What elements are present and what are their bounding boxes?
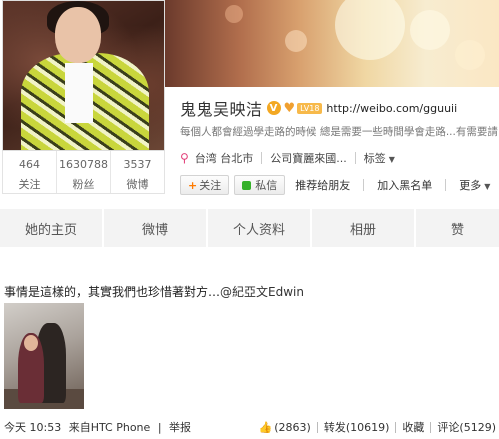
- stat-following[interactable]: 464 关注: [3, 151, 57, 193]
- post-image[interactable]: [4, 303, 84, 409]
- post-source[interactable]: 来自HTC Phone: [69, 421, 151, 434]
- stat-posts[interactable]: 3537 微博: [111, 151, 164, 193]
- profile-company[interactable]: 公司寶麗來國...: [270, 150, 347, 166]
- message-label: 私信: [255, 179, 278, 192]
- stat-followers-label: 粉丝: [72, 178, 95, 191]
- divider: [261, 152, 263, 164]
- stat-following-label: 关注: [18, 178, 41, 191]
- location-pin-icon: ⚲: [180, 151, 189, 165]
- tab-likes[interactable]: 赞: [416, 209, 499, 247]
- stat-following-count: 464: [19, 158, 40, 171]
- post-mention-link[interactable]: @紀亞文Edwin: [220, 285, 304, 299]
- stat-followers[interactable]: 1630788 粉丝: [57, 151, 111, 193]
- profile-info: ⚲ 台湾 台北市 公司寶麗來國... 标签 ▼: [180, 150, 395, 166]
- cover-image: [165, 0, 499, 87]
- chevron-down-icon: ▼: [484, 182, 491, 191]
- tab-profile-info[interactable]: 个人资料: [208, 209, 312, 247]
- like-button[interactable]: 👍 (2863): [259, 421, 311, 434]
- post-footer: 今天 10:53 来自HTC Phone | 举报 👍 (2863) 转发(106…: [4, 419, 496, 435]
- profile-bio: 每個人都會經過學走路的時候 總是需要一些時間學會走路...有需要請: [180, 126, 498, 138]
- chevron-down-icon: ▼: [388, 155, 395, 164]
- stat-posts-label: 微博: [126, 178, 149, 191]
- post-image-face: [24, 335, 38, 351]
- divider: |: [157, 421, 162, 434]
- favorite-button[interactable]: 收藏: [402, 419, 424, 435]
- follow-button[interactable]: + 关注: [180, 175, 230, 195]
- profile-name: 鬼鬼吴映洁: [180, 100, 263, 119]
- more-label: 更多: [459, 179, 482, 192]
- post-time[interactable]: 今天 10:53: [4, 421, 61, 434]
- tab-weibo[interactable]: 微博: [104, 209, 208, 247]
- stat-followers-count: 1630788: [59, 158, 108, 171]
- profile-stats: 464 关注 1630788 粉丝 3537 微博: [2, 151, 165, 194]
- avatar-shirt: [65, 63, 93, 123]
- post-text: 事情是這樣的，其實我們也珍惜著對方…@紀亞文Edwin: [4, 283, 304, 300]
- profile-avatar[interactable]: [2, 0, 165, 151]
- tab-home[interactable]: 她的主页: [0, 209, 104, 247]
- tab-album[interactable]: 相册: [312, 209, 416, 247]
- post-actions: 👍 (2863) 转发(10619) 收藏 评论(5129): [259, 419, 496, 435]
- message-button[interactable]: 私信: [234, 175, 286, 195]
- verified-icon[interactable]: V: [266, 101, 281, 115]
- repost-button[interactable]: 转发(10619): [324, 419, 390, 435]
- divider: [430, 421, 432, 433]
- profile-header: 鬼鬼吴映洁 V ♥ LV18 http://weibo.com/gguuii: [180, 98, 457, 119]
- tags-label: 标签: [363, 152, 386, 165]
- stat-posts-count: 3537: [123, 158, 152, 171]
- action-bar: + 关注 私信 推荐给朋友 加入黑名单 更多 ▼: [180, 175, 495, 195]
- divider: [395, 421, 397, 433]
- tags-dropdown[interactable]: 标签 ▼: [364, 150, 395, 166]
- blacklist-link[interactable]: 加入黑名单: [377, 177, 432, 193]
- follow-label: 关注: [199, 179, 222, 192]
- post-meta: 今天 10:53 来自HTC Phone | 举报: [4, 419, 195, 435]
- profile-tabs: 她的主页 微博 个人资料 相册 赞: [0, 209, 499, 247]
- heart-icon[interactable]: ♥: [284, 101, 296, 116]
- profile-location: 台湾 台北市: [194, 152, 254, 165]
- profile-url[interactable]: http://weibo.com/gguuii: [326, 102, 457, 115]
- recommend-link[interactable]: 推荐给朋友: [295, 177, 350, 193]
- message-icon: [242, 180, 252, 190]
- divider: [363, 179, 365, 191]
- thumbs-up-icon: 👍: [258, 420, 273, 434]
- level-badge[interactable]: LV18: [297, 102, 323, 114]
- post-body: 事情是這樣的，其實我們也珍惜著對方…: [4, 285, 221, 299]
- plus-icon: +: [188, 178, 198, 192]
- more-dropdown[interactable]: 更多 ▼: [459, 177, 490, 193]
- report-link[interactable]: 举报: [169, 421, 191, 434]
- like-count: (2863): [274, 420, 311, 434]
- divider: [445, 179, 447, 191]
- divider: [354, 152, 356, 164]
- comment-button[interactable]: 评论(5129): [437, 419, 496, 435]
- divider: [316, 421, 318, 433]
- avatar-face: [55, 7, 101, 63]
